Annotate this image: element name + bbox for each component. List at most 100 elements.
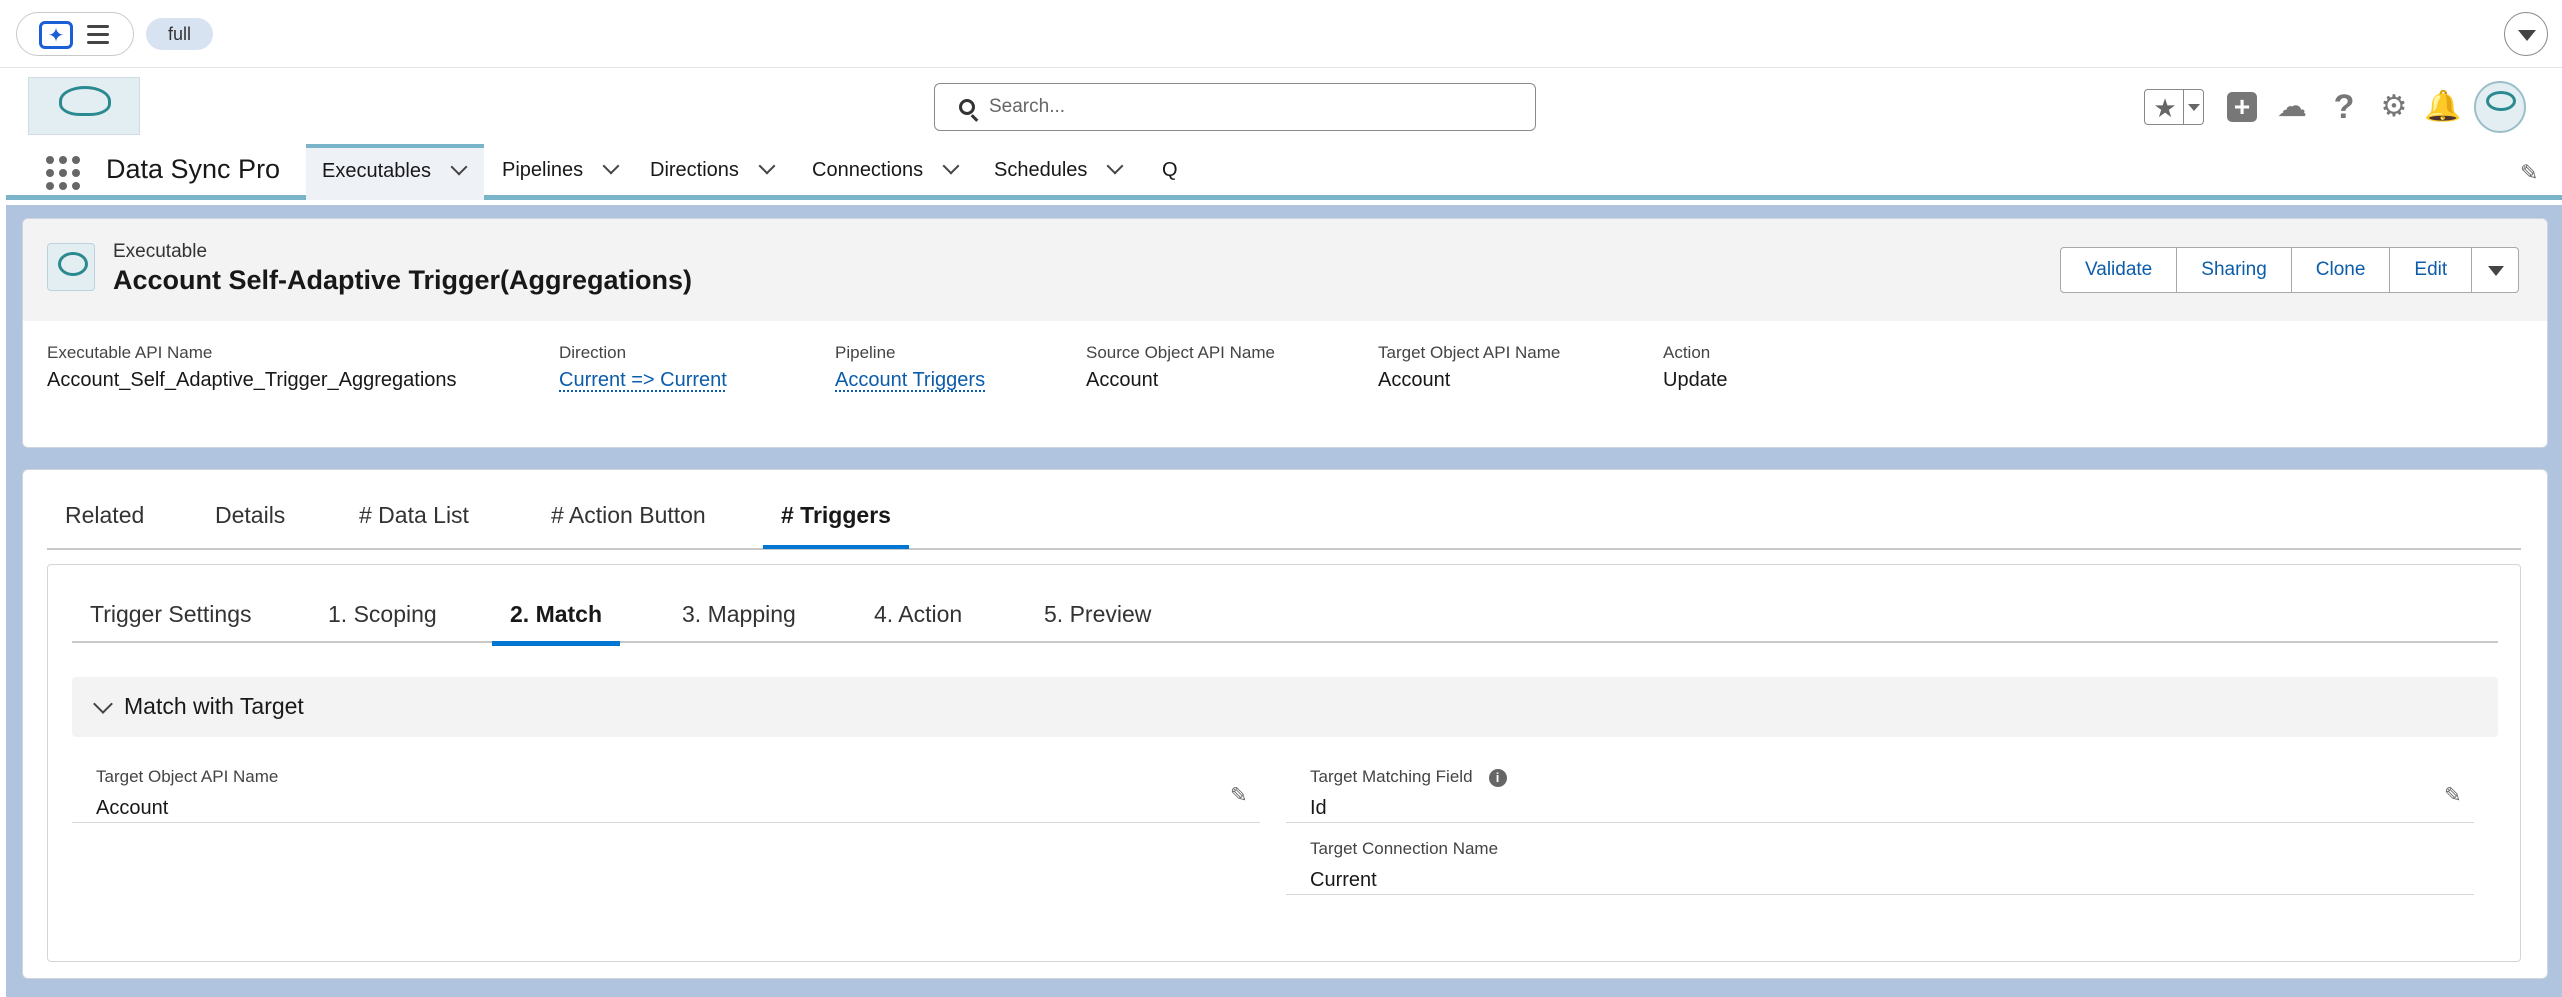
- validate-button[interactable]: Validate: [2060, 247, 2178, 293]
- field-target-connection-name: Target Connection Name Current: [1286, 835, 2474, 895]
- nav-item-pipelines[interactable]: Pipelines: [486, 144, 620, 200]
- plus-icon[interactable]: +: [2224, 89, 2260, 125]
- field-value: Update: [1663, 369, 1728, 391]
- nav-item-label: Executables: [322, 160, 431, 182]
- tab-details[interactable]: Details: [197, 502, 303, 545]
- pencil-icon[interactable]: ✎: [2520, 162, 2542, 184]
- field-source-object: Source Object API Name Account: [1086, 343, 1275, 392]
- section-title: Match with Target: [124, 693, 304, 719]
- page-body: Executable Account Self-Adaptive Trigger…: [6, 205, 2562, 997]
- nav-item-label: Schedules: [994, 159, 1088, 181]
- tab-triggers[interactable]: # Triggers: [763, 502, 909, 549]
- field-label: Target Matching Field: [1310, 767, 1473, 786]
- field-target-object: Target Object API Name Account: [1378, 343, 1560, 392]
- tab-preview[interactable]: 5. Preview: [1026, 601, 1169, 641]
- chevron-down-icon[interactable]: [942, 157, 960, 175]
- tab-bar: Related Details # Data List # Action But…: [47, 470, 2521, 550]
- field-label: Executable API Name: [47, 343, 213, 362]
- utility-bar: ✦ full: [0, 0, 2562, 68]
- search-input[interactable]: [989, 84, 1519, 130]
- field-direction: Direction Current => Current: [559, 343, 727, 392]
- pencil-icon[interactable]: ✎: [2444, 785, 2466, 807]
- more-actions-button[interactable]: [2471, 247, 2520, 293]
- nav-item-label: Connections: [812, 159, 924, 181]
- field-target-object-api-name: Target Object API Name Account ✎: [72, 763, 1260, 823]
- environment-badge: full: [146, 18, 214, 50]
- nav-item-label: Pipelines: [502, 159, 584, 181]
- edit-button[interactable]: Edit: [2389, 247, 2473, 293]
- clone-button[interactable]: Clone: [2290, 247, 2391, 293]
- org-logo: [28, 77, 140, 135]
- field-label: Pipeline: [835, 343, 896, 362]
- nav-item-directions[interactable]: Directions: [634, 144, 776, 200]
- field-label: Action: [1663, 343, 1711, 362]
- app-navigation: Data Sync Pro Executables Pipelines Dire…: [6, 140, 2562, 200]
- chevron-down-icon[interactable]: [1106, 157, 1124, 175]
- direction-link[interactable]: Current => Current: [559, 369, 727, 392]
- tab-scoping[interactable]: 1. Scoping: [310, 601, 455, 641]
- info-icon[interactable]: i: [1488, 769, 1507, 787]
- field-label: Direction: [559, 343, 627, 362]
- tab-trigger-settings[interactable]: Trigger Settings: [72, 601, 270, 641]
- field-label: Source Object API Name: [1086, 343, 1275, 362]
- favorites-list-caret[interactable]: [2183, 90, 2203, 124]
- record-highlights: Executable Account Self-Adaptive Trigger…: [23, 219, 2547, 321]
- field-label: Target Object API Name: [1378, 343, 1561, 362]
- menu-icon[interactable]: [87, 25, 109, 45]
- nav-item-q[interactable]: Q: [1146, 144, 1178, 200]
- tab-action[interactable]: 4. Action: [856, 601, 980, 641]
- nav-item-label: Q: [1162, 159, 1178, 181]
- field-value: Id: [1310, 797, 1327, 819]
- tab-mapping[interactable]: 3. Mapping: [664, 601, 814, 641]
- section-header-match-with-target[interactable]: Match with Target: [72, 677, 2498, 737]
- subtab-bar: Trigger Settings 1. Scoping 2. Match 3. …: [72, 565, 2498, 646]
- field-label: Target Object API Name: [96, 767, 279, 786]
- chevron-down-icon[interactable]: [450, 158, 468, 176]
- record-header: Executable Account Self-Adaptive Trigger…: [22, 218, 2548, 448]
- field-label-row: Target Matching Field i: [1310, 767, 2474, 787]
- chevron-down-icon[interactable]: [2504, 12, 2548, 56]
- record-type: Executable: [113, 241, 208, 262]
- nav-item-label: Directions: [650, 159, 739, 181]
- tab-match[interactable]: 2. Match: [492, 601, 621, 646]
- tab-data-list[interactable]: # Data List: [341, 502, 487, 545]
- global-search[interactable]: [934, 83, 1536, 131]
- agent-icon[interactable]: ✦: [39, 21, 73, 49]
- page-title: Account Self-Adaptive Trigger(Aggregatio…: [113, 265, 693, 295]
- star-icon[interactable]: ★: [2151, 92, 2179, 124]
- field-value: Current: [1310, 869, 1377, 891]
- tab-related[interactable]: Related: [47, 502, 162, 545]
- field-value: Account: [96, 797, 169, 819]
- record-actions: Validate Sharing Clone Edit: [2060, 247, 2520, 293]
- triggers-panel: Trigger Settings 1. Scoping 2. Match 3. …: [47, 564, 2521, 962]
- nav-item-schedules[interactable]: Schedules: [978, 144, 1124, 200]
- app-name: Data Sync Pro: [106, 154, 281, 184]
- cloud-icon[interactable]: ☁: [2274, 89, 2310, 125]
- chevron-down-icon[interactable]: [93, 694, 113, 714]
- pipeline-link[interactable]: Account Triggers: [835, 369, 985, 392]
- sharing-button[interactable]: Sharing: [2176, 247, 2292, 293]
- chevron-down-icon[interactable]: [758, 157, 776, 175]
- field-target-matching-field: Target Matching Field i Id ✎: [1286, 763, 2474, 823]
- nav-item-connections[interactable]: Connections: [796, 144, 960, 200]
- chevron-down-icon[interactable]: [602, 157, 620, 175]
- app-launcher-icon[interactable]: [46, 156, 80, 190]
- tab-action-button[interactable]: # Action Button: [533, 502, 724, 545]
- favorites-button[interactable]: ★: [2144, 89, 2204, 125]
- gear-icon[interactable]: ⚙: [2376, 89, 2412, 125]
- bell-icon[interactable]: 🔔: [2424, 89, 2461, 125]
- record-fields: Executable API Name Account_Self_Adaptiv…: [23, 343, 2547, 423]
- field-label: Target Connection Name: [1310, 839, 1499, 858]
- field-action: Action Update: [1663, 343, 1728, 392]
- field-value: Account_Self_Adaptive_Trigger_Aggregatio…: [47, 369, 457, 391]
- help-icon[interactable]: ?: [2326, 89, 2362, 125]
- field-pipeline: Pipeline Account Triggers: [835, 343, 985, 392]
- field-value: Account: [1378, 369, 1451, 391]
- pencil-icon[interactable]: ✎: [1230, 785, 1252, 807]
- field-value: Account: [1086, 369, 1159, 391]
- record-icon: [47, 243, 95, 291]
- agent-menu-pill: ✦: [16, 12, 134, 56]
- avatar[interactable]: [2474, 81, 2526, 133]
- search-icon: [959, 99, 975, 115]
- nav-item-executables[interactable]: Executables: [306, 144, 484, 200]
